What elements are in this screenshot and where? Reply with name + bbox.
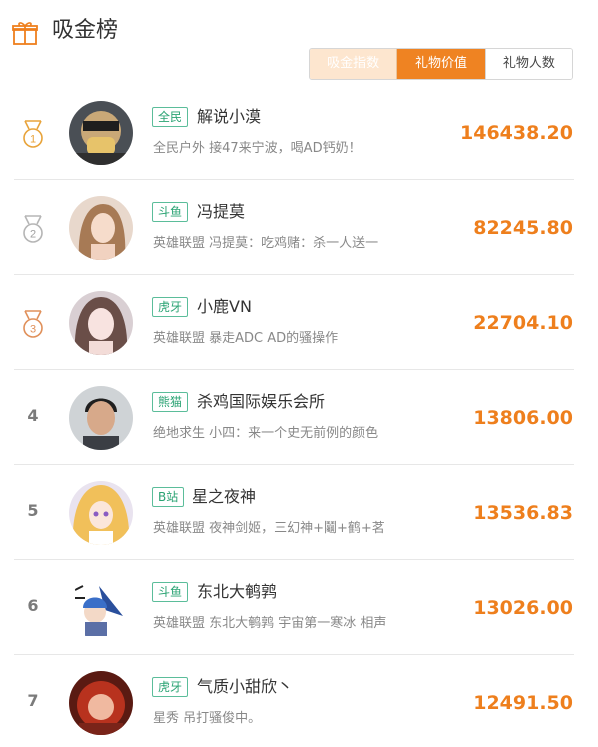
gift-value: 13026.00 (473, 597, 573, 619)
streamer-name[interactable]: 冯提莫 (197, 200, 245, 224)
avatar[interactable] (69, 196, 133, 260)
medal-icon: 3 (23, 310, 43, 338)
tab-attraction-index[interactable]: 吸金指数 (310, 49, 398, 79)
gift-value: 22704.10 (473, 312, 573, 334)
streamer-name[interactable]: 解说小漠 (197, 105, 261, 129)
avatar[interactable] (69, 101, 133, 165)
tab-gift-value[interactable]: 礼物价值 (397, 49, 485, 79)
rank-number: 7 (27, 691, 39, 710)
platform-badge: 虎牙 (152, 677, 189, 697)
avatar[interactable] (69, 386, 133, 450)
platform-badge: 斗鱼 (152, 202, 189, 222)
sort-tabs: 吸金指数 礼物价值 礼物人数 (309, 48, 573, 80)
gift-value: 13806.00 (473, 407, 573, 429)
platform-badge: B站 (152, 487, 185, 507)
rank-number: 6 (27, 596, 39, 615)
platform-badge: 虎牙 (152, 297, 189, 317)
streamer-name[interactable]: 气质小甜欣丶 (197, 675, 293, 699)
platform-badge: 熊猫 (152, 392, 189, 412)
rank-number: 1 (30, 134, 36, 146)
ranking-list: 1 全民 解说小漠 全民户外 接47来宁波，喝AD钙奶！ 146438.20 2 (0, 85, 598, 747)
stream-description: 英雄联盟 东北大鹌鹑 宇宙第一寒冰 相声 (153, 616, 387, 631)
gift-value: 12491.50 (473, 692, 573, 714)
list-item[interactable]: 6 斗鱼 东北大鹌鹑 英雄联盟 东北大鹌鹑 宇宙第一寒冰 相声 13026.00 (0, 560, 598, 655)
list-item[interactable]: 5 B站 星之夜神 英雄联盟 夜神剑姬，三幻神+鬮+鹤+茗 13536.83 (0, 465, 598, 560)
page-header: 吸金榜 吸金指数 礼物价值 礼物人数 (0, 0, 598, 95)
stream-description: 星秀 吊打骚俊中。 (153, 711, 262, 726)
streamer-name[interactable]: 小鹿VN (197, 295, 252, 319)
tab-gift-count[interactable]: 礼物人数 (484, 49, 572, 79)
avatar[interactable] (69, 291, 133, 355)
stream-description: 英雄联盟 冯提莫：吃鸡赌：杀一人送一 (153, 236, 379, 251)
avatar[interactable] (69, 671, 133, 735)
stream-description: 绝地求生 小四：来一个史无前例的颜色 (153, 426, 379, 441)
list-item[interactable]: 7 虎牙 气质小甜欣丶 星秀 吊打骚俊中。 12491.50 (0, 655, 598, 747)
streamer-name[interactable]: 东北大鹌鹑 (197, 580, 277, 604)
rank-number: 3 (30, 324, 36, 336)
avatar[interactable] (69, 576, 133, 640)
page-title: 吸金榜 (52, 18, 119, 43)
medal-icon: 1 (23, 120, 43, 148)
list-item[interactable]: 1 全民 解说小漠 全民户外 接47来宁波，喝AD钙奶！ 146438.20 (0, 85, 598, 180)
gift-value: 13536.83 (473, 502, 573, 524)
rank-number: 5 (27, 501, 39, 520)
rank-number: 2 (30, 229, 36, 241)
platform-badge: 斗鱼 (152, 582, 189, 602)
avatar[interactable] (69, 481, 133, 545)
gift-icon (12, 22, 38, 45)
stream-description: 英雄联盟 暴走ADC AD的骚操作 (153, 331, 339, 346)
gift-value: 82245.80 (473, 217, 573, 239)
medal-icon: 2 (23, 215, 43, 243)
list-item[interactable]: 4 熊猫 杀鸡国际娱乐会所 绝地求生 小四：来一个史无前例的颜色 13806.0… (0, 370, 598, 465)
stream-description: 全民户外 接47来宁波，喝AD钙奶！ (153, 141, 362, 156)
platform-badge: 全民 (152, 107, 189, 127)
streamer-name[interactable]: 星之夜神 (192, 485, 256, 509)
list-item[interactable]: 2 斗鱼 冯提莫 英雄联盟 冯提莫：吃鸡赌：杀一人送一 82245.80 (0, 180, 598, 275)
gift-value: 146438.20 (460, 122, 573, 144)
streamer-name[interactable]: 杀鸡国际娱乐会所 (197, 390, 325, 414)
rank-number: 4 (27, 406, 39, 425)
list-item[interactable]: 3 虎牙 小鹿VN 英雄联盟 暴走ADC AD的骚操作 22704.10 (0, 275, 598, 370)
stream-description: 英雄联盟 夜神剑姬，三幻神+鬮+鹤+茗 (153, 521, 385, 536)
